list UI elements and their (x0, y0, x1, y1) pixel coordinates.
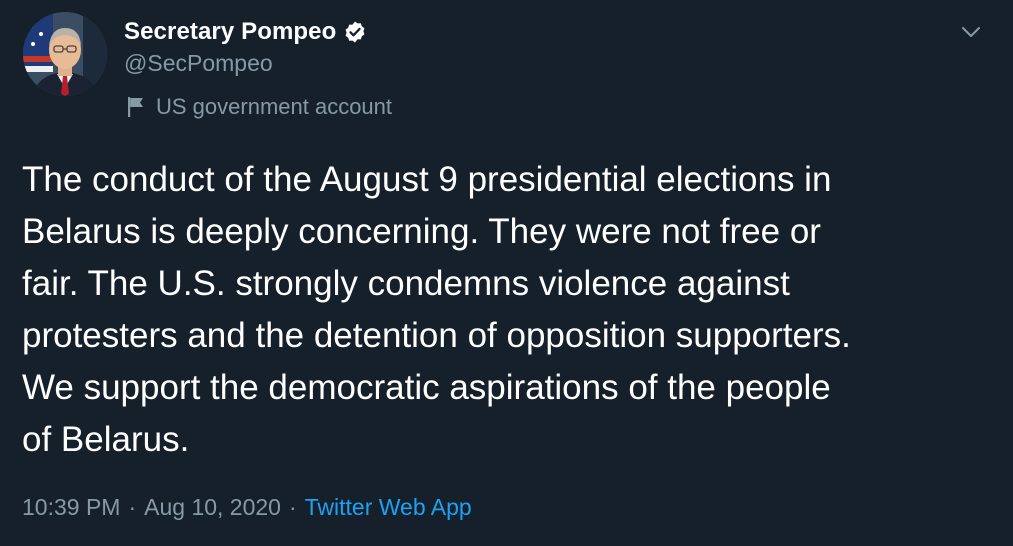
government-account-label-text: US government account (156, 94, 393, 119)
verified-badge-icon (343, 20, 367, 44)
government-account-label[interactable]: US government account (126, 92, 392, 122)
tweet-date[interactable]: Aug 10, 2020 (144, 494, 281, 521)
avatar-image (23, 12, 107, 96)
author-handle[interactable]: @SecPompeo (124, 50, 273, 77)
avatar[interactable] (23, 12, 107, 96)
author-display-name[interactable]: Secretary Pompeo (124, 18, 336, 46)
tweet-source-link[interactable]: Twitter Web App (305, 494, 472, 521)
tweet-text: The conduct of the August 9 presidential… (22, 160, 851, 459)
tweet-time[interactable]: 10:39 PM (22, 494, 120, 521)
flag-icon (126, 96, 146, 118)
metadata-separator: · (288, 493, 297, 520)
chevron-down-icon[interactable] (959, 22, 983, 42)
metadata-separator: · (128, 493, 137, 520)
author-name-row: Secretary Pompeo (124, 16, 367, 48)
tweet-metadata: 10:39 PM · Aug 10, 2020 · Twitter Web Ap… (22, 490, 472, 524)
